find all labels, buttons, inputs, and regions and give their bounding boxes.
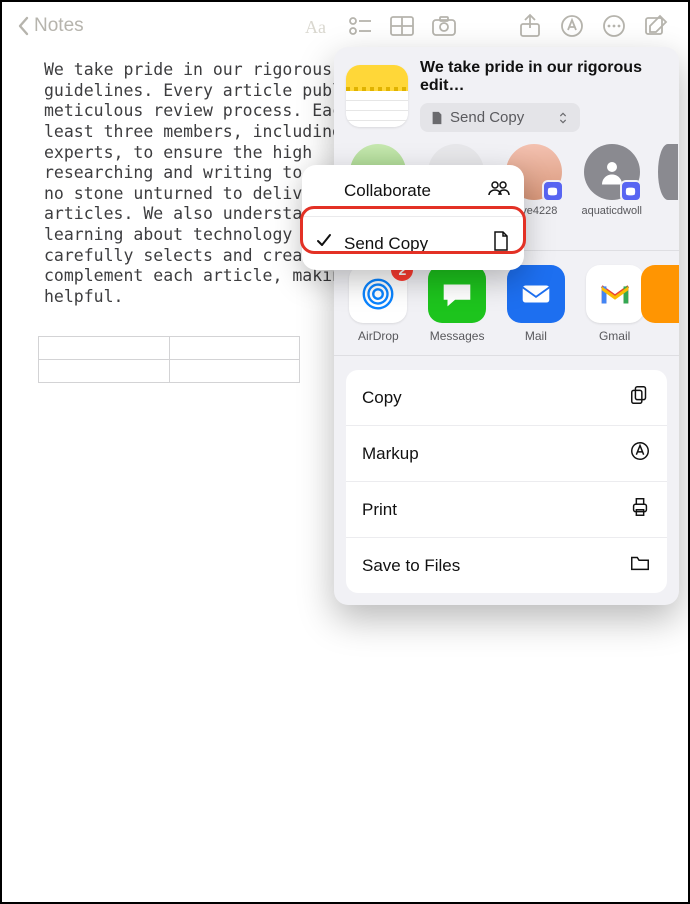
back-label: Notes [34, 15, 84, 37]
discord-badge-icon [620, 180, 642, 202]
copy-icon [629, 384, 651, 411]
share-mode-label: Send Copy [450, 109, 524, 126]
app-airdrop[interactable]: 2 AirDrop [346, 265, 411, 343]
app-messages[interactable]: Messages [425, 265, 490, 343]
more-icon[interactable] [596, 13, 632, 39]
send-copy-label: Send Copy [344, 234, 428, 254]
markup-tool-icon[interactable] [554, 13, 590, 39]
share-icon[interactable] [512, 13, 548, 39]
markup-icon [629, 440, 651, 467]
app-label: Gmail [599, 329, 630, 343]
collaborate-label: Collaborate [344, 181, 431, 201]
toolbar: Notes Aa [2, 2, 688, 50]
note-table[interactable] [38, 336, 300, 383]
share-sheet: We take pride in our rigorous edit… Send… [334, 47, 679, 605]
action-label: Markup [362, 444, 419, 464]
action-label: Print [362, 500, 397, 520]
contact-label: aquaticdwoll [581, 205, 642, 217]
app-partial[interactable] [661, 265, 679, 343]
back-button[interactable]: Notes [16, 15, 84, 37]
contact-partial[interactable] [658, 144, 679, 242]
action-markup[interactable]: Markup [346, 426, 667, 482]
doc-icon [430, 111, 444, 125]
app-gmail[interactable]: Gmail [582, 265, 647, 343]
print-icon [629, 496, 651, 523]
app-mail[interactable]: Mail [504, 265, 569, 343]
mode-option-collaborate[interactable]: Collaborate [302, 165, 524, 217]
airdrop-icon [359, 275, 397, 313]
app-label: Mail [525, 329, 547, 343]
document-icon [492, 231, 510, 256]
checkmark-icon [316, 233, 334, 254]
action-label: Save to Files [362, 556, 460, 576]
messages-icon [438, 275, 476, 313]
discord-badge-icon [542, 180, 564, 202]
share-header: We take pride in our rigorous edit… Send… [334, 47, 679, 138]
action-label: Copy [362, 388, 402, 408]
share-mode-popover: Collaborate Send Copy [302, 165, 524, 270]
checklist-icon[interactable] [342, 13, 378, 39]
text-style-icon[interactable]: Aa [300, 13, 336, 39]
action-save-files[interactable]: Save to Files [346, 538, 667, 593]
app-label: AirDrop [358, 329, 399, 343]
compose-icon[interactable] [638, 13, 674, 39]
share-title: We take pride in our rigorous edit… [420, 59, 667, 95]
folder-icon [629, 552, 651, 579]
camera-icon[interactable] [426, 13, 462, 39]
share-mode-button[interactable]: Send Copy [420, 103, 580, 132]
mail-icon [517, 275, 555, 313]
app-label: Messages [430, 329, 485, 343]
notes-app-icon [346, 65, 408, 127]
svg-text:Aa: Aa [305, 17, 326, 37]
contact-aquaticdwoll[interactable]: aquaticdwoll [580, 144, 644, 242]
table-icon[interactable] [384, 13, 420, 39]
gmail-icon [596, 275, 634, 313]
people-icon [488, 179, 510, 202]
action-copy[interactable]: Copy [346, 370, 667, 426]
updown-icon [556, 111, 570, 125]
action-list: Copy Markup Print Save to Files [346, 370, 667, 593]
mode-option-send-copy[interactable]: Send Copy [302, 217, 524, 270]
action-print[interactable]: Print [346, 482, 667, 538]
